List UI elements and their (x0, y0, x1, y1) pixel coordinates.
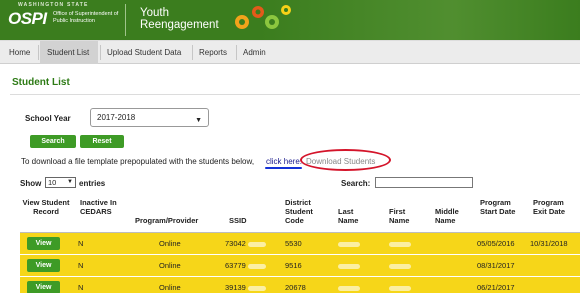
page-size-value: 10 (48, 178, 57, 187)
cell-district-code: 20678 (285, 283, 306, 292)
nav-separator (38, 45, 39, 60)
cell-first-name (389, 277, 411, 293)
nav-upload-student-data[interactable]: Upload Student Data (102, 41, 186, 64)
reset-button[interactable]: Reset (80, 135, 124, 148)
page-size-select[interactable]: 10 ▼ (45, 177, 76, 188)
cell-program: Online (159, 283, 181, 292)
nav-reports[interactable]: Reports (194, 41, 232, 64)
table-row: View N Online 63779 9516 08/31/2017 (20, 255, 580, 276)
cell-last-name (338, 277, 360, 293)
ospi-logo: OSPI (8, 9, 47, 28)
app-header: WASHINGTON STATE OSPI Office of Superint… (0, 0, 580, 40)
cell-ssid-value: 39139 (225, 283, 246, 292)
nav-student-list[interactable]: Student List (40, 41, 98, 64)
cell-start-date: 08/31/2017 (477, 261, 515, 270)
cell-ssid-value: 63779 (225, 261, 246, 270)
nav-separator (192, 45, 193, 60)
col-header-last-name[interactable]: Last Name (338, 207, 368, 225)
header-decoration (260, 0, 580, 40)
col-header-first-name[interactable]: First Name (389, 207, 419, 225)
col-header-ssid[interactable]: SSID (229, 216, 247, 225)
app-title-line2: Reengagement (140, 19, 219, 31)
title-divider (10, 94, 580, 95)
page-title: Student List (12, 77, 70, 88)
view-button[interactable]: View (27, 259, 60, 272)
view-button[interactable]: View (27, 237, 60, 250)
col-header-start-date[interactable]: Program Start Date (480, 198, 522, 216)
col-header-inactive[interactable]: Inactive In CEDARS (80, 198, 122, 216)
table-search-input[interactable] (375, 177, 473, 188)
search-button[interactable]: Search (30, 135, 76, 148)
chevron-down-icon: ▼ (67, 179, 73, 185)
app-title-line1: Youth (140, 7, 169, 19)
nav-separator (100, 45, 101, 60)
col-header-exit-date[interactable]: Program Exit Date (533, 198, 573, 216)
cell-inactive: N (78, 283, 84, 292)
annotation-circle (300, 149, 391, 171)
cell-program: Online (159, 239, 181, 248)
cell-ssid-value: 73042 (225, 239, 246, 248)
agency-name: Office of Superintendent of Public Instr… (53, 11, 119, 24)
col-header-middle-name[interactable]: Middle Name (435, 207, 469, 225)
main-nav: Home Student List Upload Student Data Re… (0, 40, 580, 64)
col-header-view[interactable]: View Student Record (20, 198, 72, 216)
cell-last-name (338, 255, 360, 276)
cell-ssid: 63779 (225, 255, 266, 276)
click-here-link[interactable]: click here: (266, 157, 302, 166)
cell-district-code: 5530 (285, 239, 302, 248)
cell-program: Online (159, 261, 181, 270)
school-year-label: School Year (25, 114, 71, 123)
school-year-value: 2017-2018 (97, 113, 136, 122)
nav-admin[interactable]: Admin (238, 41, 271, 64)
download-instructions: To download a file template prepopulated… (21, 157, 255, 166)
view-button[interactable]: View (27, 281, 60, 293)
cell-ssid: 73042 (225, 233, 266, 254)
nav-home[interactable]: Home (4, 41, 35, 64)
cell-inactive: N (78, 239, 84, 248)
col-header-program[interactable]: Program/Provider (135, 216, 198, 225)
cell-start-date: 05/05/2016 (477, 239, 515, 248)
col-header-district-code[interactable]: District Student Code (285, 198, 325, 225)
cell-inactive: N (78, 261, 84, 270)
state-line: WASHINGTON STATE (18, 2, 89, 8)
cell-first-name (389, 233, 411, 254)
table-row: View N Online 39139 20678 06/21/2017 (20, 277, 580, 293)
nav-separator (236, 45, 237, 60)
annotation-underline (265, 167, 302, 169)
header-divider (125, 4, 126, 36)
entries-label: entries (79, 179, 106, 188)
table-search-label: Search: (341, 179, 371, 188)
show-label: Show (20, 179, 42, 188)
app-title: Youth Reengagement (140, 7, 219, 31)
cell-district-code: 9516 (285, 261, 302, 270)
cell-exit-date: 10/31/2018 (530, 239, 568, 248)
cell-first-name (389, 255, 411, 276)
cell-ssid: 39139 (225, 277, 266, 293)
table-row: View N Online 73042 5530 05/05/2016 10/3… (20, 233, 580, 254)
school-year-select[interactable]: 2017-2018 ▼ (90, 108, 209, 127)
cell-start-date: 06/21/2017 (477, 283, 515, 292)
gears-logo-icon (235, 5, 291, 29)
cell-last-name (338, 233, 360, 254)
chevron-down-icon: ▼ (195, 117, 202, 124)
